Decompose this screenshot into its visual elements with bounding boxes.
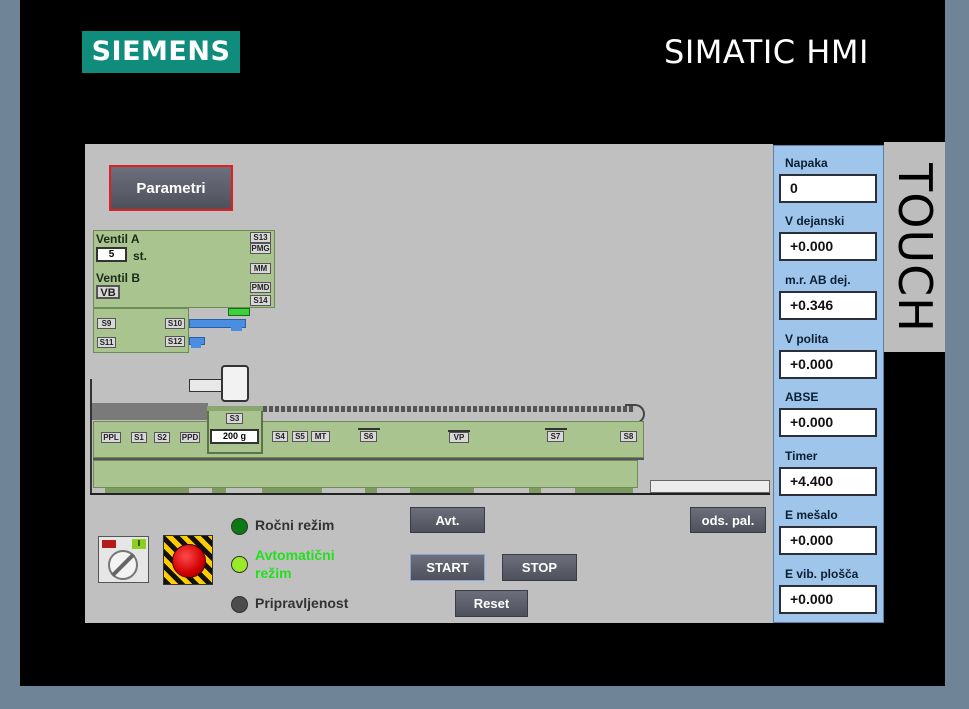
base-foot-1: [105, 488, 189, 493]
pripravljenost-label: Pripravljenost: [255, 595, 349, 611]
weight-display: 200 g: [210, 429, 259, 444]
e-vib-plosca-field: +0.000: [779, 585, 877, 614]
marker-s6: [358, 428, 380, 430]
tag-s14: S14: [250, 295, 271, 306]
base-foot-3: [262, 488, 322, 493]
tag-s9: S9: [97, 318, 116, 329]
e-mesalo-field: +0.000: [779, 526, 877, 555]
tag-s1: S1: [131, 432, 147, 443]
mode-selector-switch[interactable]: I: [98, 536, 149, 583]
mr-ab-dej-label: m.r. AB dej.: [785, 273, 851, 287]
tag-s4: S4: [272, 431, 288, 442]
ventil-a-field[interactable]: 5: [96, 247, 127, 262]
abse-field: +0.000: [779, 408, 877, 437]
tag-mm: MM: [250, 263, 271, 274]
tag-ppd: PPD: [180, 432, 200, 443]
tag-ppl: PPL: [101, 432, 121, 443]
parametri-button[interactable]: Parametri: [109, 165, 233, 211]
tag-s12: S12: [165, 336, 185, 347]
rocni-rezim-label: Ročni režim: [255, 517, 335, 533]
abse-label: ABSE: [785, 390, 819, 404]
ventil-b-label: Ventil B: [96, 271, 141, 285]
ventil-b-tag: VB: [96, 285, 120, 299]
base-foot-7: [575, 488, 633, 493]
hmi-screen: Parametri Ventil A 5 st. Ventil B VB S13…: [85, 144, 773, 623]
emergency-stop-icon: [172, 544, 206, 578]
cylinder-b-rod: [191, 343, 201, 348]
simatic-hmi-title: SIMATIC HMI: [664, 33, 869, 71]
ventil-a-unit: st.: [133, 249, 148, 263]
valve-indicator: [228, 308, 250, 316]
values-panel: Napaka 0 V dejanski +0.000 m.r. AB dej. …: [773, 145, 884, 623]
pallet-output: [650, 480, 770, 493]
tag-s5: S5: [292, 431, 308, 442]
mold-plate: [207, 406, 263, 411]
v-dejanski-field: +0.000: [779, 232, 877, 261]
tag-s11: S11: [97, 337, 116, 348]
reset-button[interactable]: Reset: [455, 590, 528, 617]
avtomaticni-rezim-lamp: [231, 556, 248, 573]
emergency-stop-button[interactable]: [163, 535, 213, 585]
avt-button[interactable]: Avt.: [410, 507, 485, 533]
tag-s6: S6: [360, 431, 377, 442]
v-dejanski-label: V dejanski: [785, 214, 845, 228]
tag-s13: S13: [250, 232, 271, 243]
tag-s8: S8: [620, 431, 637, 442]
tag-pmd: PMD: [250, 282, 271, 293]
pour-arm: [189, 379, 225, 392]
avtomaticni-rezim-label-line1: Avtomatični: [255, 547, 335, 563]
napaka-field: 0: [779, 174, 877, 203]
tag-vp: VP: [449, 432, 469, 443]
marker-s7: [545, 428, 567, 430]
touch-label: TOUCH: [888, 163, 942, 333]
base-foot-4: [365, 488, 377, 493]
stop-button[interactable]: STOP: [502, 554, 577, 581]
pour-head: [221, 365, 249, 402]
v-polita-label: V polita: [785, 332, 829, 346]
cylinder-a-rod: [231, 326, 242, 331]
v-polita-field: +0.000: [779, 350, 877, 379]
ventil-a-label: Ventil A: [96, 232, 140, 246]
timer-field: +4.400: [779, 467, 877, 496]
timer-label: Timer: [785, 449, 818, 463]
tag-s7: S7: [547, 431, 564, 442]
base-line: [90, 493, 770, 495]
base-foot-2: [212, 488, 226, 493]
tag-mt: MT: [311, 431, 330, 442]
e-mesalo-label: E mešalo: [785, 508, 838, 522]
selector-green-indicator: I: [132, 539, 146, 549]
tag-pmg: PMG: [250, 243, 271, 254]
siemens-logo: SIEMENS: [82, 31, 240, 73]
selector-red-indicator: [102, 540, 116, 548]
mr-ab-dej-field: +0.346: [779, 291, 877, 320]
machine-rail: [93, 458, 644, 460]
machine-base: [93, 460, 638, 488]
base-foot-6: [529, 488, 541, 493]
tag-s2: S2: [154, 432, 170, 443]
tag-s10: S10: [165, 318, 185, 329]
avtomaticni-rezim-label-line2: režim: [255, 565, 292, 581]
selector-knob-icon: [108, 550, 138, 580]
frame-left: [90, 379, 92, 494]
napaka-label: Napaka: [785, 156, 828, 170]
dark-plate: [92, 403, 208, 420]
rocni-rezim-lamp: [231, 518, 248, 535]
e-vib-plosca-label: E vib. plošča: [785, 567, 859, 581]
start-button[interactable]: START: [410, 554, 485, 581]
base-foot-5: [410, 488, 474, 493]
pripravljenost-lamp: [231, 596, 248, 613]
conveyor-belt: [263, 406, 635, 412]
tag-s3: S3: [226, 413, 243, 424]
ods-pal-button[interactable]: ods. pal.: [690, 507, 766, 533]
